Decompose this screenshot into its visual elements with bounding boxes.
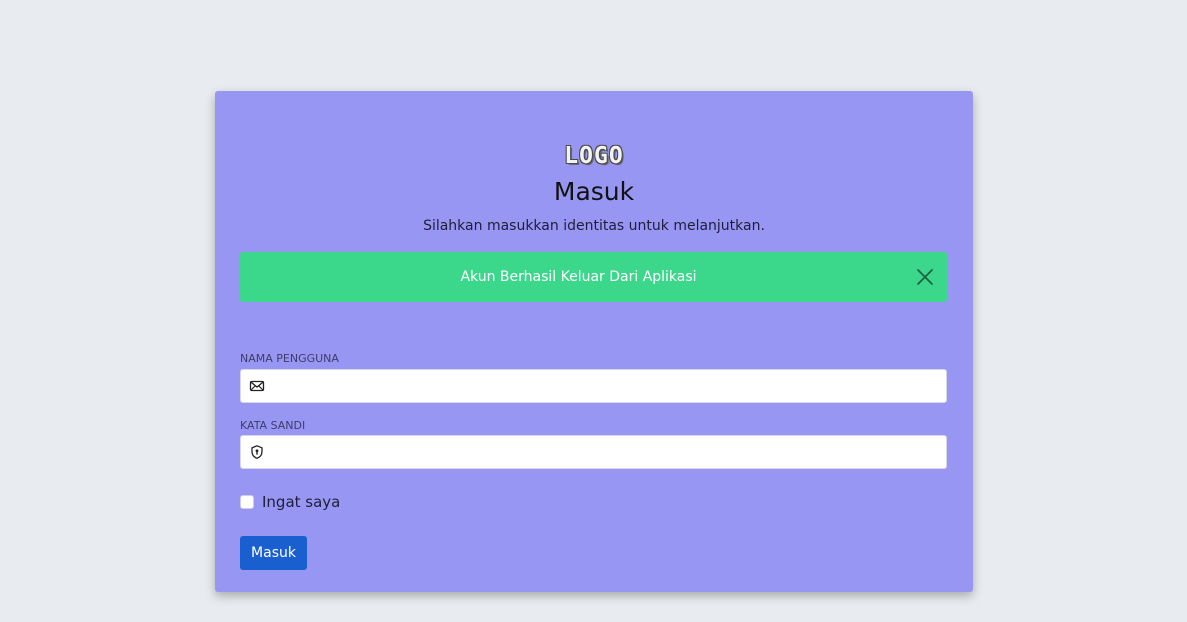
page-subtitle: Silahkan masukkan identitas untuk melanj…: [423, 218, 765, 234]
login-card: LOGO Masuk Silahkan masukkan identitas u…: [215, 91, 973, 592]
alert-message: Akun Berhasil Keluar Dari Aplikasi: [460, 269, 697, 285]
page-title: Masuk: [553, 177, 635, 206]
password-label: KATA SANDI: [240, 419, 306, 432]
success-alert: Akun Berhasil Keluar Dari Aplikasi: [240, 252, 947, 302]
username-field-wrapper: [240, 369, 947, 403]
close-icon[interactable]: [915, 267, 935, 287]
password-input[interactable]: [273, 436, 938, 468]
remember-me: Ingat saya: [240, 492, 340, 512]
login-button[interactable]: Masuk: [240, 536, 307, 570]
remember-checkbox[interactable]: [240, 495, 254, 509]
logo: LOGO: [564, 143, 624, 169]
password-field-wrapper: [240, 435, 947, 469]
shield-icon: [249, 444, 265, 460]
username-input[interactable]: [273, 370, 938, 402]
username-label: NAMA PENGGUNA: [240, 352, 339, 365]
envelope-icon: [249, 378, 265, 394]
remember-label: Ingat saya: [262, 493, 341, 511]
